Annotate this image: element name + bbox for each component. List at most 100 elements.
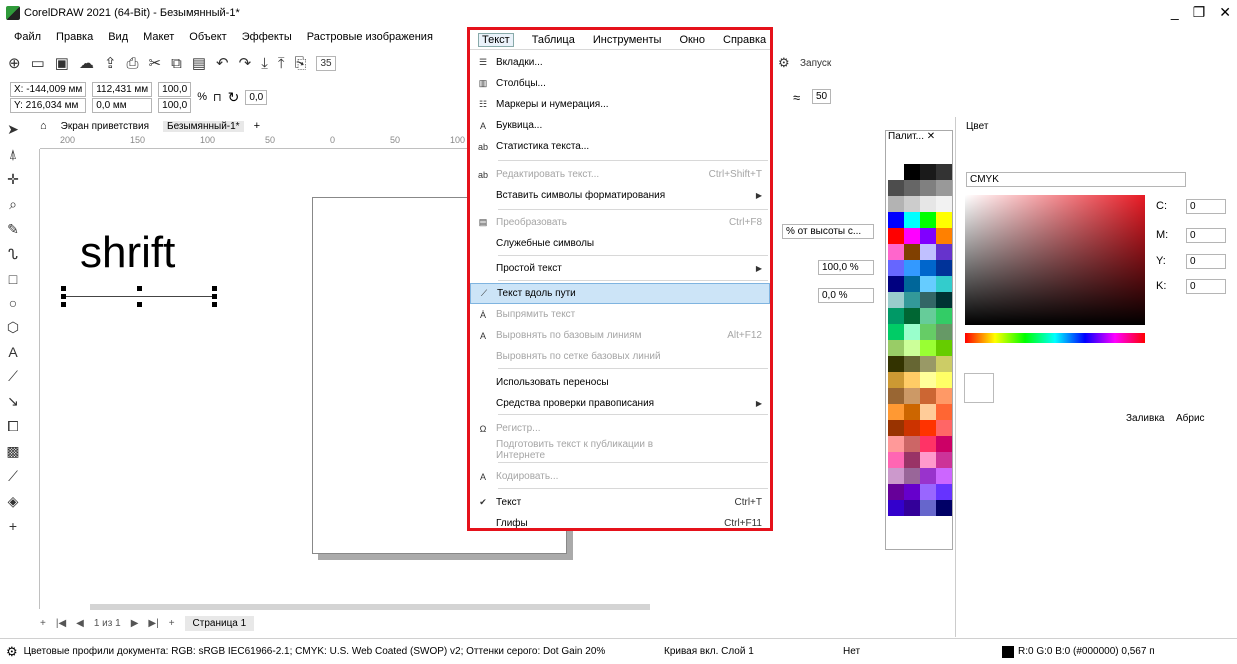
palette-swatch[interactable]: [888, 500, 904, 516]
rectangle-tool-icon[interactable]: □: [9, 271, 17, 287]
palette-swatch[interactable]: [920, 484, 936, 500]
zoom-field[interactable]: 35: [316, 55, 336, 71]
palette-swatch[interactable]: [888, 196, 904, 212]
selected-path[interactable]: [64, 296, 214, 297]
first-page-icon[interactable]: |◀: [56, 618, 66, 629]
palette-swatch[interactable]: [920, 356, 936, 372]
palette-swatch[interactable]: [920, 420, 936, 436]
menu-effects[interactable]: Эффекты: [242, 31, 292, 43]
palette-swatch[interactable]: [936, 452, 952, 468]
palette-swatch[interactable]: [888, 436, 904, 452]
connector-tool-icon[interactable]: ↘: [7, 393, 19, 410]
palette-swatch[interactable]: [920, 308, 936, 324]
palette-swatch[interactable]: [936, 340, 952, 356]
palette-swatch[interactable]: [936, 500, 952, 516]
para-spacing-after[interactable]: 0,0 %: [818, 288, 874, 303]
palette-swatch[interactable]: [904, 340, 920, 356]
palette-swatch[interactable]: [888, 340, 904, 356]
c-field[interactable]: 0: [1186, 199, 1226, 214]
selection-handle[interactable]: [212, 294, 217, 299]
m-field[interactable]: 0: [1186, 228, 1226, 243]
palette-swatch[interactable]: [936, 468, 952, 484]
palette-swatch[interactable]: [904, 356, 920, 372]
height-field[interactable]: 0,0 мм: [92, 97, 153, 113]
last-page-icon[interactable]: ▶|: [148, 618, 158, 629]
new-doc-icon[interactable]: ⊕: [8, 54, 21, 72]
width-field[interactable]: 112,431 мм: [92, 81, 153, 97]
palette-swatch[interactable]: [936, 260, 952, 276]
palette-swatch[interactable]: [920, 292, 936, 308]
lock-ratio-icon[interactable]: ⊓: [213, 91, 222, 104]
selection-handle[interactable]: [212, 286, 217, 291]
pick-tool-icon[interactable]: ➤: [7, 121, 19, 138]
menu-item-paragraph-text[interactable]: Простой текст ▶: [470, 258, 770, 279]
palette-swatch[interactable]: [888, 308, 904, 324]
palette-swatch[interactable]: [920, 212, 936, 228]
palette-swatch[interactable]: [936, 308, 952, 324]
palette-swatch[interactable]: [936, 420, 952, 436]
close-icon[interactable]: ✕: [1219, 4, 1231, 21]
redo-icon[interactable]: ↷: [239, 54, 252, 72]
menu-text[interactable]: Текст: [478, 32, 514, 47]
palette-swatch[interactable]: [904, 372, 920, 388]
palette-swatch[interactable]: [904, 468, 920, 484]
scale-y-field[interactable]: 100,0: [158, 97, 192, 113]
import-icon[interactable]: ⤓: [261, 55, 268, 72]
y-field[interactable]: 0: [1186, 254, 1226, 269]
settings-icon[interactable]: ⚙: [778, 55, 790, 71]
palette-swatch[interactable]: [920, 388, 936, 404]
palette-swatch[interactable]: [888, 452, 904, 468]
palette-swatch[interactable]: [904, 196, 920, 212]
menu-object[interactable]: Объект: [189, 31, 226, 43]
transparency-tool-icon[interactable]: ▩: [6, 443, 19, 460]
upload-icon[interactable]: ⇪: [104, 54, 117, 72]
next-page-icon[interactable]: ▶: [131, 618, 139, 629]
selection-handle[interactable]: [61, 286, 66, 291]
artistic-media-icon[interactable]: ᔐ: [8, 246, 18, 263]
palette-swatch[interactable]: [936, 212, 952, 228]
palette-swatch[interactable]: [888, 324, 904, 340]
hue-slider[interactable]: [965, 333, 1145, 343]
y-field[interactable]: Y: 216,034 мм: [10, 97, 87, 113]
palette-swatch[interactable]: [936, 388, 952, 404]
menu-item-nonprinting-chars[interactable]: Служебные символы: [470, 233, 770, 254]
menu-item-text-docker[interactable]: ✔ Текст Ctrl+T: [470, 492, 770, 513]
line-spacing-unit[interactable]: % от высоты с...: [782, 224, 874, 239]
palette-swatch[interactable]: [936, 292, 952, 308]
palette-swatch[interactable]: [904, 500, 920, 516]
palette-swatch[interactable]: [920, 228, 936, 244]
text-tool-icon[interactable]: A: [8, 344, 17, 360]
menu-item-dropcap[interactable]: A Буквица...: [470, 115, 770, 136]
palette-swatch[interactable]: [904, 484, 920, 500]
cut-icon[interactable]: ✂: [149, 54, 162, 72]
palette-swatch[interactable]: [904, 388, 920, 404]
cloud-icon[interactable]: ☁: [79, 54, 94, 72]
palette-swatch[interactable]: [920, 468, 936, 484]
smooth-field[interactable]: 50: [812, 89, 832, 104]
menu-bitmaps[interactable]: Растровые изображения: [307, 31, 433, 43]
para-spacing-before[interactable]: 100,0 %: [818, 260, 874, 275]
menu-view[interactable]: Вид: [108, 31, 128, 43]
angle-field[interactable]: 0,0: [245, 89, 268, 105]
freehand-tool-icon[interactable]: ✎: [7, 221, 19, 238]
tab-document[interactable]: Безымянный-1*: [163, 120, 244, 132]
palette-swatch[interactable]: [920, 244, 936, 260]
page-tab[interactable]: Страница 1: [184, 615, 255, 631]
palette-swatch[interactable]: [920, 452, 936, 468]
paste-icon[interactable]: ▤: [192, 54, 206, 72]
palette-swatch[interactable]: [888, 228, 904, 244]
palette-swatch[interactable]: [920, 372, 936, 388]
menu-window[interactable]: Окно: [679, 34, 705, 46]
palette-swatch[interactable]: [904, 324, 920, 340]
palette-swatch[interactable]: [904, 228, 920, 244]
palette-swatch[interactable]: [936, 356, 952, 372]
palette-swatch[interactable]: [904, 212, 920, 228]
palette-swatch[interactable]: [904, 180, 920, 196]
palette-swatch[interactable]: [888, 372, 904, 388]
palette-swatch[interactable]: [904, 276, 920, 292]
dimension-tool-icon[interactable]: ⟋: [8, 368, 18, 385]
open-icon[interactable]: ▭: [31, 54, 45, 72]
palette-swatch[interactable]: [920, 180, 936, 196]
palette-swatch[interactable]: [888, 468, 904, 484]
selection-handle[interactable]: [61, 302, 66, 307]
